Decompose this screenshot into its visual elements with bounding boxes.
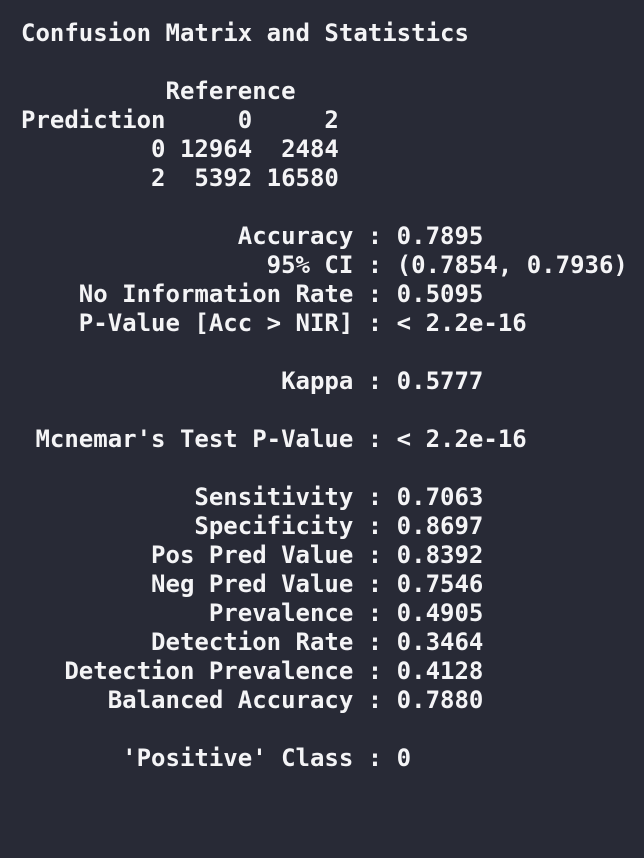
stat-sensitivity: Sensitivity : 0.7063 (21, 483, 484, 511)
console-output: Confusion Matrix and Statistics Referenc… (21, 19, 644, 773)
matrix-prediction-header: Prediction 0 2 (21, 106, 339, 134)
stat-mcnemar-p-value: Mcnemar's Test P-Value : < 2.2e-16 (21, 425, 527, 453)
stat-pos-pred-value: Pos Pred Value : 0.8392 (21, 541, 484, 569)
stat-specificity: Specificity : 0.8697 (21, 512, 484, 540)
stat-balanced-accuracy: Balanced Accuracy : 0.7880 (21, 686, 484, 714)
stat-kappa: Kappa : 0.5777 (21, 367, 484, 395)
stat-prevalence: Prevalence : 0.4905 (21, 599, 484, 627)
matrix-row-0: 0 12964 2484 (21, 135, 339, 163)
matrix-row-2: 2 5392 16580 (21, 164, 339, 192)
stat-positive-class: 'Positive' Class : 0 (21, 744, 412, 772)
stat-detection-prevalence: Detection Prevalence : 0.4128 (21, 657, 484, 685)
stat-no-information-rate: No Information Rate : 0.5095 (21, 280, 484, 308)
matrix-reference-header: Reference (21, 77, 296, 105)
terminal-window: Confusion Matrix and Statistics Referenc… (0, 0, 644, 858)
stat-confidence-interval: 95% CI : (0.7854, 0.7936) (21, 251, 628, 279)
stat-accuracy: Accuracy : 0.7895 (21, 222, 484, 250)
stat-neg-pred-value: Neg Pred Value : 0.7546 (21, 570, 484, 598)
stat-p-value: P-Value [Acc > NIR] : < 2.2e-16 (21, 309, 527, 337)
stat-detection-rate: Detection Rate : 0.3464 (21, 628, 484, 656)
console-title: Confusion Matrix and Statistics (21, 19, 469, 47)
